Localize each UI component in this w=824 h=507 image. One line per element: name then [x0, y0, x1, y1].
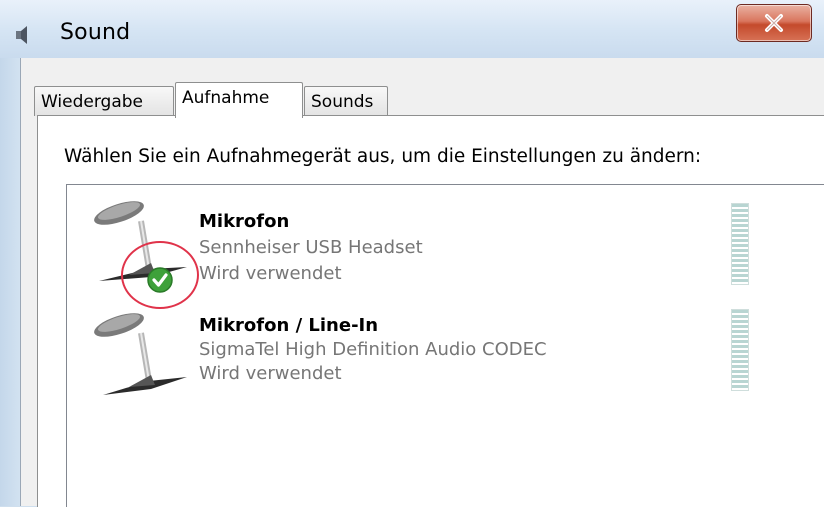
close-icon: [765, 14, 783, 32]
tab-sounds[interactable]: Sounds: [304, 86, 388, 116]
window-title: Sound: [60, 20, 131, 45]
speaker-icon: [14, 24, 32, 50]
close-button[interactable]: [736, 4, 812, 42]
level-meter: [731, 203, 749, 285]
device-description: Sennheiser USB Headset: [199, 237, 423, 258]
device-status: Wird verwendet: [199, 363, 342, 384]
microphone-icon: [89, 305, 189, 409]
device-status: Wird verwendet: [199, 263, 342, 284]
level-meter: [731, 309, 749, 391]
annotation-circle: [121, 241, 199, 309]
tab-wiedergabe[interactable]: Wiedergabe: [34, 86, 174, 116]
tab-aufnahme[interactable]: Aufnahme: [175, 82, 303, 118]
device-item-mikrofon-line-in[interactable]: Mikrofon / Line-In SigmaTel High Definit…: [67, 299, 767, 399]
device-name: Mikrofon: [199, 211, 290, 232]
title-bar: Sound: [0, 0, 824, 58]
device-name: Mikrofon / Line-In: [199, 315, 379, 336]
window-frame-left: [0, 58, 20, 506]
device-list[interactable]: Mikrofon Sennheiser USB Headset Wird ver…: [66, 184, 824, 507]
instruction-text: Wählen Sie ein Aufnahmegerät aus, um die…: [64, 146, 702, 167]
device-description: SigmaTel High Definition Audio CODEC: [199, 339, 547, 360]
